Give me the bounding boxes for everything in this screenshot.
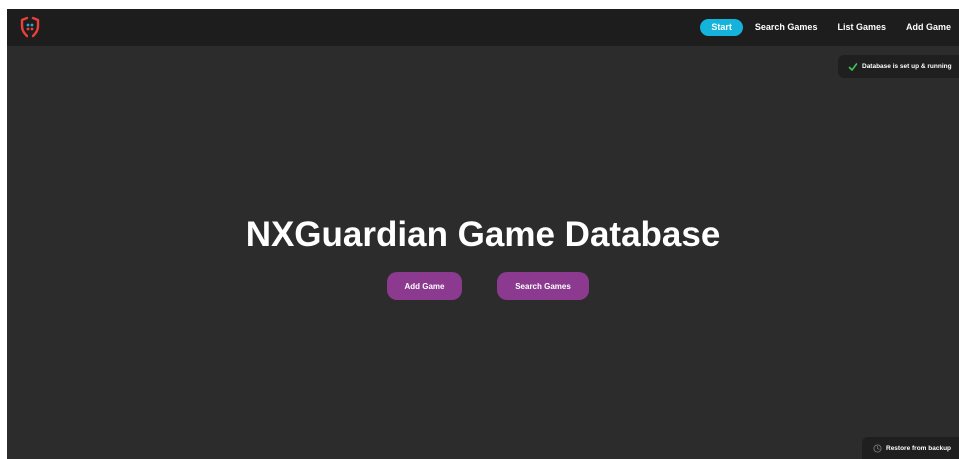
clock-icon xyxy=(873,443,882,453)
database-status-toast: Database is set up & running xyxy=(838,55,959,78)
restore-backup-button[interactable]: Restore from backup xyxy=(862,437,959,459)
top-navbar: Start Search Games List Games Add Game xyxy=(7,9,959,46)
restore-label: Restore from backup xyxy=(886,444,952,452)
nav-search-games[interactable]: Search Games xyxy=(745,19,828,36)
shield-face-icon[interactable] xyxy=(18,15,42,39)
add-game-button[interactable]: Add Game xyxy=(387,272,462,300)
app-window: Start Search Games List Games Add Game D… xyxy=(7,9,959,459)
nav-list-games[interactable]: List Games xyxy=(827,19,896,36)
hero-actions: Add Game Search Games xyxy=(7,272,959,301)
search-games-button[interactable]: Search Games xyxy=(497,272,589,300)
nav-start[interactable]: Start xyxy=(700,19,743,36)
page-title: NXGuardian Game Database xyxy=(245,215,721,254)
check-icon xyxy=(848,62,858,71)
nav-links: Start Search Games List Games Add Game xyxy=(700,9,959,46)
nav-add-game[interactable]: Add Game xyxy=(896,19,959,36)
status-message: Database is set up & running xyxy=(862,63,952,70)
